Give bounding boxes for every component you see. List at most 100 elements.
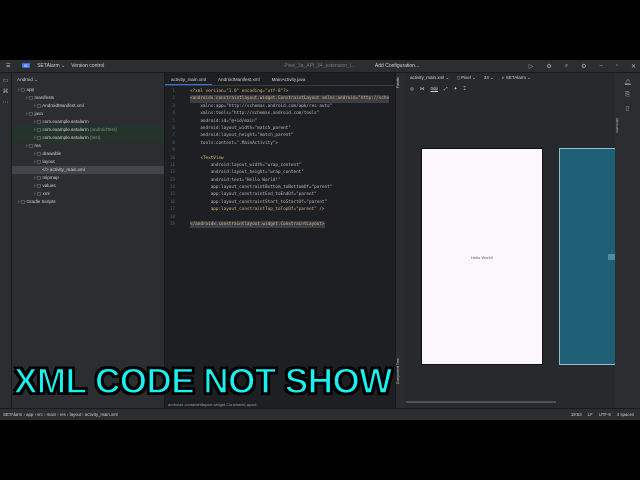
palette-tab[interactable]: Palette — [396, 77, 400, 88]
design-toolbar: activity_main.xml ⌄ ▯ Pixel ⌄ 34 ⌄ ◐ SET… — [410, 75, 531, 81]
tree-item[interactable]: › ▢ com.example.setalarm (test) — [12, 134, 164, 142]
caret-position[interactable]: 19:53 — [571, 412, 582, 417]
line-number: 1 — [172, 89, 175, 94]
code-line: 12 android:layout_height="wrap_content" — [165, 169, 395, 176]
line-separator[interactable]: LF — [588, 412, 593, 417]
file-selector[interactable]: activity_main.xml ⌄ — [410, 75, 449, 81]
run-icon[interactable]: ▷ — [529, 63, 534, 70]
tab-mainactivity-java[interactable]: MainActivity.java — [266, 73, 312, 85]
tree-item[interactable]: › ▢ manifests — [12, 94, 164, 102]
more-tools-icon[interactable]: ⋯ — [0, 99, 11, 106]
tab-androidmanifest-xml[interactable]: AndroidManifest.xml — [212, 73, 266, 85]
theme-dropdown[interactable]: ◐ SETAlarm ⌄ — [502, 75, 531, 81]
breadcrumb-item[interactable]: res — [60, 412, 66, 417]
editor-breadcrumb[interactable]: androidx.constraintlayout.widget.Constra… — [168, 402, 257, 407]
code-line: 4 xmlns:tools="http://schemas.android.co… — [165, 110, 395, 117]
project-tool-icon[interactable]: ▭ — [0, 77, 11, 84]
project-view-selector[interactable]: Android ⌄ — [12, 73, 164, 86]
code-editor[interactable]: activity_main.xml AndroidManifest.xml Main… — [165, 73, 395, 408]
project-selector[interactable]: SE SETAlarm ⌄ — [16, 63, 65, 69]
gradle-icon[interactable]: ⎘ — [615, 92, 640, 99]
notifications-icon[interactable]: 🔔︎ — [615, 79, 640, 86]
encoding[interactable]: UTF-8 — [599, 412, 611, 417]
project-panel: Android ⌄ › ▢ app › ▢ manifests › ▢ Androi… — [12, 73, 165, 408]
layout-toolbar: ◎ ⋈ 0dp ⤢ ✦ ⌶ — [410, 86, 466, 92]
line-number: 12 — [169, 170, 175, 176]
structure-tool-icon[interactable]: ⌘ — [0, 88, 11, 95]
code-area[interactable]: 1 <?xml version="1.0" encoding="utf-8"?> 2… — [165, 88, 395, 229]
infer-constraints-icon[interactable]: ✦ — [454, 86, 458, 92]
line-number: 4 — [172, 111, 175, 117]
code-line: 14 app:layout_constraintBottom_toBottomO… — [165, 184, 395, 191]
tab-activity_main-xml[interactable]: activity_main.xml — [165, 73, 212, 85]
breadcrumb-item[interactable]: SETAlarm — [3, 412, 22, 417]
line-number: 15 — [169, 192, 175, 198]
settings-icon[interactable]: ⚙ — [581, 63, 586, 70]
line-number: 3 — [172, 103, 175, 109]
design-preview[interactable]: Hello World! — [421, 148, 543, 365]
default-margin[interactable]: 0dp — [430, 86, 438, 92]
tree-item[interactable]: › ▢ mipmap — [12, 174, 164, 182]
preview-textview[interactable]: Hello World! — [422, 255, 542, 260]
line-number: 10 — [169, 155, 175, 161]
tree-item[interactable]: › ▢ AndroidManifest.xml — [12, 102, 164, 110]
code-line: 3 xmlns:app="http://schemas.android.com/… — [165, 103, 395, 110]
search-icon[interactable]: ⌕ — [565, 63, 568, 70]
close-icon[interactable]: ✕ — [631, 63, 636, 70]
breadcrumb-item[interactable]: layout — [70, 412, 81, 417]
tree-item[interactable]: › ▢ res — [12, 142, 164, 150]
project-tree: › ▢ app › ▢ manifests › ▢ AndroidManifest.… — [12, 86, 164, 206]
code-line: 16 app:layout_constraintStart_toStartOf=… — [165, 199, 395, 206]
tree-item[interactable]: › ▢ drawable — [12, 150, 164, 158]
maximize-icon[interactable]: ▫ — [616, 63, 618, 70]
tree-item[interactable]: › ▢ layout — [12, 158, 164, 166]
code-line: 7 android:layout_height="match_parent" — [165, 132, 395, 139]
device-manager-icon[interactable]: ▯ — [615, 105, 640, 112]
tree-item[interactable]: › ▢ values — [12, 182, 164, 190]
menu-icon[interactable]: ☰ — [6, 63, 10, 69]
breadcrumb-item[interactable]: src — [37, 412, 43, 417]
clear-constraints-icon[interactable]: ⤢ — [444, 86, 448, 92]
blueprint-preview[interactable] — [559, 148, 619, 365]
run-config-selector[interactable]: Add Configuration... — [375, 63, 419, 69]
breadcrumb-item[interactable]: activity_main.xml — [85, 412, 118, 417]
view-options-icon[interactable]: ◎ — [410, 86, 414, 92]
tree-item[interactable]: › ▢ java — [12, 110, 164, 118]
line-number: 8 — [172, 140, 175, 146]
line-number: 18 — [169, 214, 175, 220]
tree-item[interactable]: › ▢ app — [12, 86, 164, 94]
code-line: 9 — [165, 147, 395, 154]
code-line: 19 </androidx.constraintlayout.widget.Con… — [165, 221, 395, 229]
debug-icon[interactable]: ⚙ — [546, 63, 551, 70]
tree-item[interactable]: › ▢ xml — [12, 190, 164, 198]
line-number: 16 — [169, 199, 175, 205]
minimize-icon[interactable]: – — [599, 63, 602, 70]
line-number: 6 — [172, 125, 175, 131]
tree-item[interactable]: </> activity_main.xml — [12, 166, 164, 174]
device-dropdown[interactable]: ▯ Pixel ⌄ — [457, 75, 476, 81]
api-dropdown[interactable]: 34 ⌄ — [484, 75, 494, 81]
code-line: 18 — [165, 214, 395, 221]
autoconnect-icon[interactable]: ⋈ — [420, 86, 425, 92]
line-number: 9 — [172, 148, 175, 154]
breadcrumb-item[interactable]: app — [26, 412, 33, 417]
code-line: 8 tools:context=".MainActivity"> — [165, 140, 395, 147]
palette-strip: Palette Component Tree — [396, 73, 405, 408]
tree-item[interactable]: › ▢ com.example.setalarm (androidTest) — [12, 126, 164, 134]
horizontal-scrollbar[interactable] — [406, 401, 556, 403]
code-line: 2 <androidx.constraintlayout.widget.Const… — [165, 95, 395, 103]
device-selector[interactable]: Pixel_3a_API_34_extension_l... — [284, 63, 355, 69]
line-number: 14 — [169, 185, 175, 191]
guidelines-icon[interactable]: ⌶ — [463, 86, 466, 92]
breadcrumb-item[interactable]: main — [47, 412, 56, 417]
design-panel: Palette Component Tree activity_main.xml… — [395, 73, 619, 408]
attributes-tab[interactable]: Attributes — [615, 118, 619, 133]
tree-item[interactable]: › ▢ Gradle Scripts — [12, 198, 164, 206]
code-line: 13 android:text="Hello World!" — [165, 177, 395, 184]
tree-item[interactable]: › ▢ com.example.setalarm — [12, 118, 164, 126]
vcs-menu[interactable]: Version control — [71, 63, 104, 69]
indent-setting[interactable]: 4 spaces — [617, 412, 634, 417]
component-tree-tab[interactable]: Component Tree — [396, 358, 400, 384]
title-bar: ☰ SE SETAlarm ⌄ Version control Pixel_3a… — [0, 60, 640, 73]
line-number: 19 — [169, 222, 175, 228]
